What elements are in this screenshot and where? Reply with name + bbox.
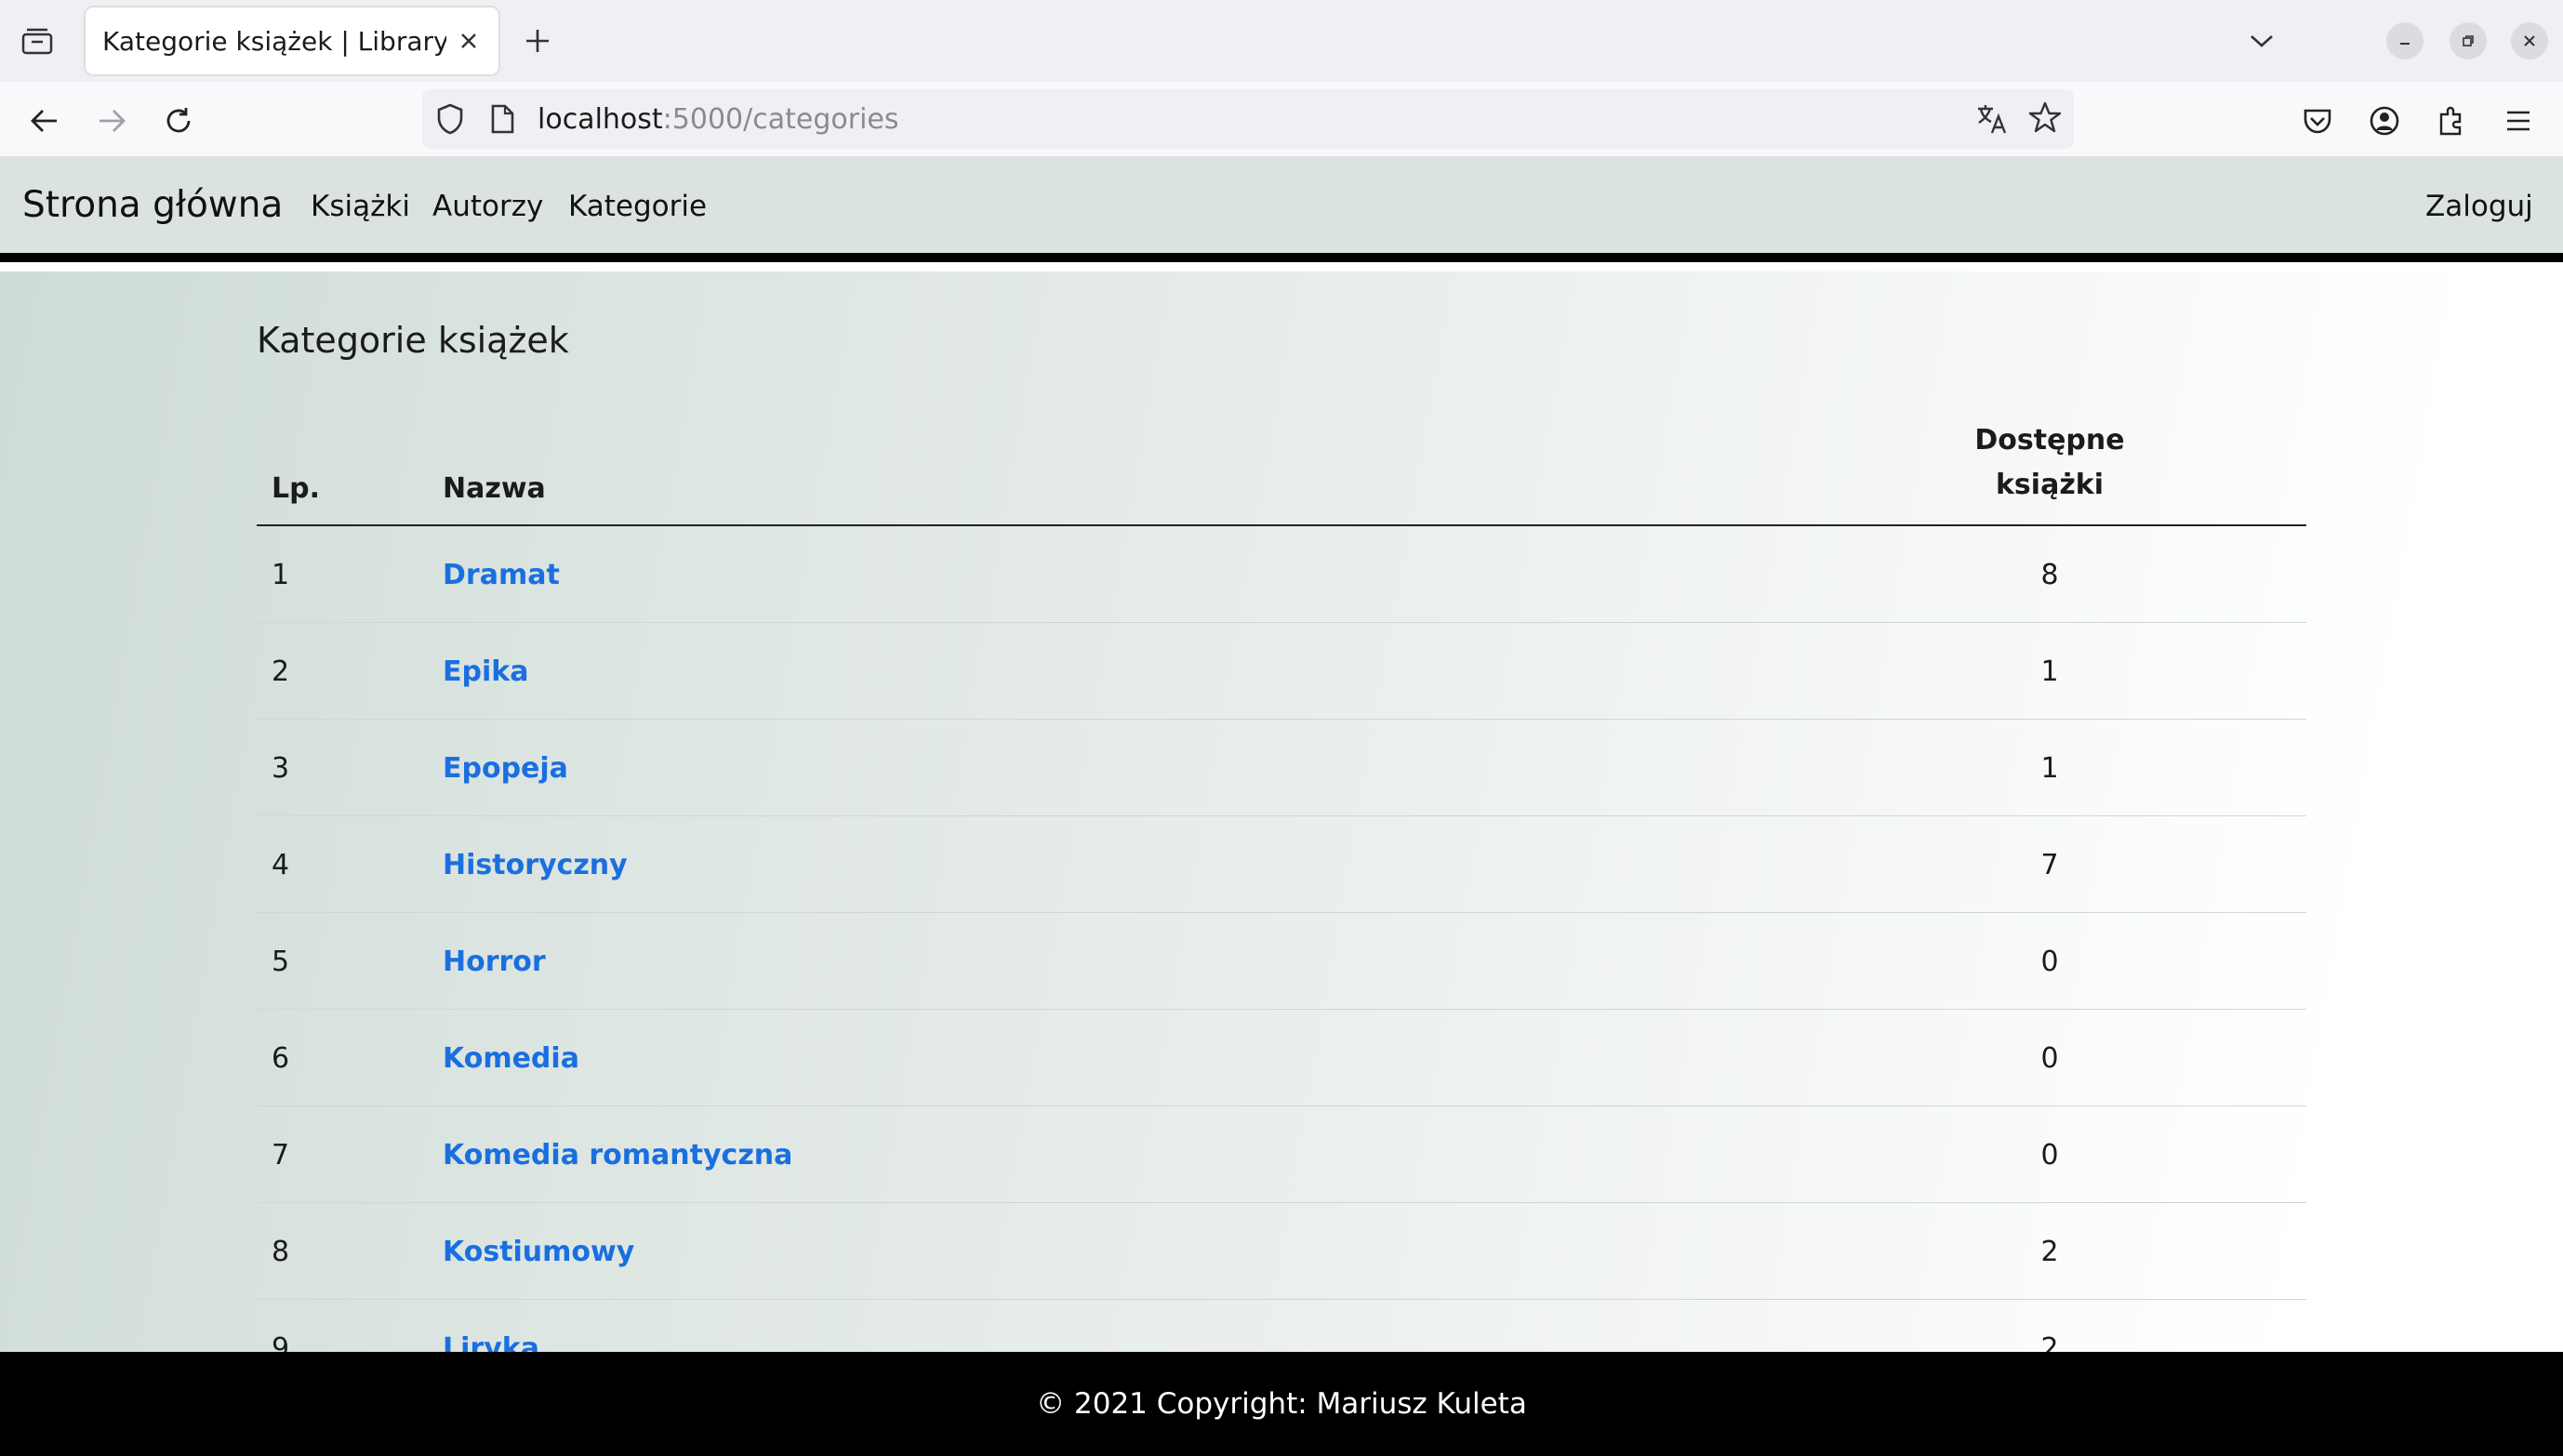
new-tab-icon[interactable]: [515, 20, 560, 61]
close-tab-icon[interactable]: [446, 19, 491, 63]
row-index: 1: [272, 558, 290, 591]
row-index: 6: [272, 1041, 290, 1075]
category-link[interactable]: Epopeja: [443, 720, 568, 816]
browser-tab-bar: Kategorie książek | Library: [0, 0, 2563, 82]
category-link[interactable]: Epika: [443, 623, 528, 720]
reload-icon[interactable]: [156, 99, 201, 143]
pocket-icon[interactable]: [2295, 99, 2340, 143]
row-index: 2: [272, 655, 290, 688]
row-index: 9: [272, 1331, 290, 1353]
row-index: 3: [272, 751, 290, 785]
table-row: 5 Horror 0: [257, 913, 2306, 1010]
table-row: 3 Epopeja 1: [257, 720, 2306, 816]
active-tab[interactable]: Kategorie książek | Library: [86, 7, 498, 74]
row-available-count: 0: [2040, 1041, 2059, 1075]
category-link[interactable]: Historyczny: [443, 816, 628, 913]
table-row: 9 Liryka 2: [257, 1300, 2306, 1353]
table-row: 1 Dramat 8: [257, 526, 2306, 623]
row-available-count: 2: [2040, 1235, 2059, 1268]
translate-icon[interactable]: [1975, 102, 2009, 139]
row-available-count: 2: [2040, 1331, 2059, 1353]
category-link[interactable]: Liryka: [443, 1300, 539, 1353]
login-link[interactable]: Zaloguj: [2425, 190, 2533, 223]
category-link[interactable]: Komedia: [443, 1010, 579, 1106]
table-header: Lp. Nazwa Dostępne książki: [257, 417, 2306, 526]
site-footer: © 2021 Copyright: Mariusz Kuleta: [0, 1352, 2563, 1456]
close-window-icon[interactable]: [2511, 22, 2548, 60]
brand-home-link[interactable]: Strona główna: [22, 184, 283, 226]
category-link[interactable]: Dramat: [443, 526, 560, 623]
row-index: 8: [272, 1235, 290, 1268]
row-available-count: 1: [2040, 751, 2059, 785]
extensions-icon[interactable]: [2429, 99, 2474, 143]
table-row: 8 Kostiumowy 2: [257, 1203, 2306, 1300]
row-index: 5: [272, 945, 290, 978]
forward-icon[interactable]: [89, 99, 134, 143]
footer-copyright: © 2021 Copyright: Mariusz Kuleta: [1036, 1387, 1527, 1421]
row-index: 4: [272, 848, 290, 881]
tab-title: Kategorie książek | Library: [102, 25, 446, 57]
nav-link-books[interactable]: Książki: [311, 190, 410, 223]
header-name: Nazwa: [443, 472, 546, 505]
nav-link-authors[interactable]: Autorzy: [432, 190, 543, 223]
restore-icon[interactable]: [2450, 22, 2487, 60]
url-host: localhost: [538, 102, 663, 136]
bookmark-star-icon[interactable]: [2027, 100, 2063, 139]
url-path: :5000/categories: [662, 102, 899, 136]
nav-link-categories[interactable]: Kategorie: [568, 190, 707, 223]
category-link[interactable]: Kostiumowy: [443, 1203, 634, 1300]
shield-icon[interactable]: [435, 102, 465, 139]
categories-table: Lp. Nazwa Dostępne książki 1 Dramat 8 2 …: [257, 417, 2306, 1352]
category-link[interactable]: Horror: [443, 913, 546, 1010]
page-info-icon[interactable]: [489, 104, 515, 138]
tab-list-icon[interactable]: [17, 22, 58, 60]
table-row: 7 Komedia romantyczna 0: [257, 1106, 2306, 1203]
back-icon[interactable]: [22, 99, 67, 143]
header-available-line1: Dostępne: [1974, 424, 2125, 457]
browser-toolbar: localhost:5000/categories: [0, 82, 2563, 158]
header-available: Dostępne książki: [1934, 418, 2165, 508]
minimize-icon[interactable]: [2386, 22, 2424, 60]
main-content: Kategorie książek Lp. Nazwa Dostępne ksi…: [0, 271, 2563, 1352]
table-row: 2 Epika 1: [257, 623, 2306, 720]
address-bar[interactable]: localhost:5000/categories: [422, 89, 2074, 149]
row-available-count: 0: [2040, 1138, 2059, 1171]
row-available-count: 7: [2040, 848, 2059, 881]
page-title: Kategorie książek: [257, 320, 569, 361]
url-text[interactable]: localhost:5000/categories: [538, 103, 899, 136]
row-index: 7: [272, 1138, 290, 1171]
category-link[interactable]: Komedia romantyczna: [443, 1106, 792, 1203]
menu-icon[interactable]: [2496, 99, 2541, 143]
row-available-count: 8: [2040, 558, 2059, 591]
chevron-down-icon[interactable]: [2239, 20, 2284, 61]
header-available-line2: książki: [1995, 469, 2105, 501]
row-available-count: 1: [2040, 655, 2059, 688]
table-row: 6 Komedia 0: [257, 1010, 2306, 1106]
row-available-count: 0: [2040, 945, 2059, 978]
site-navbar: Strona główna Książki Autorzy Kategorie …: [0, 158, 2563, 262]
table-row: 4 Historyczny 7: [257, 816, 2306, 913]
header-index: Lp.: [272, 472, 320, 505]
account-icon[interactable]: [2362, 99, 2407, 143]
